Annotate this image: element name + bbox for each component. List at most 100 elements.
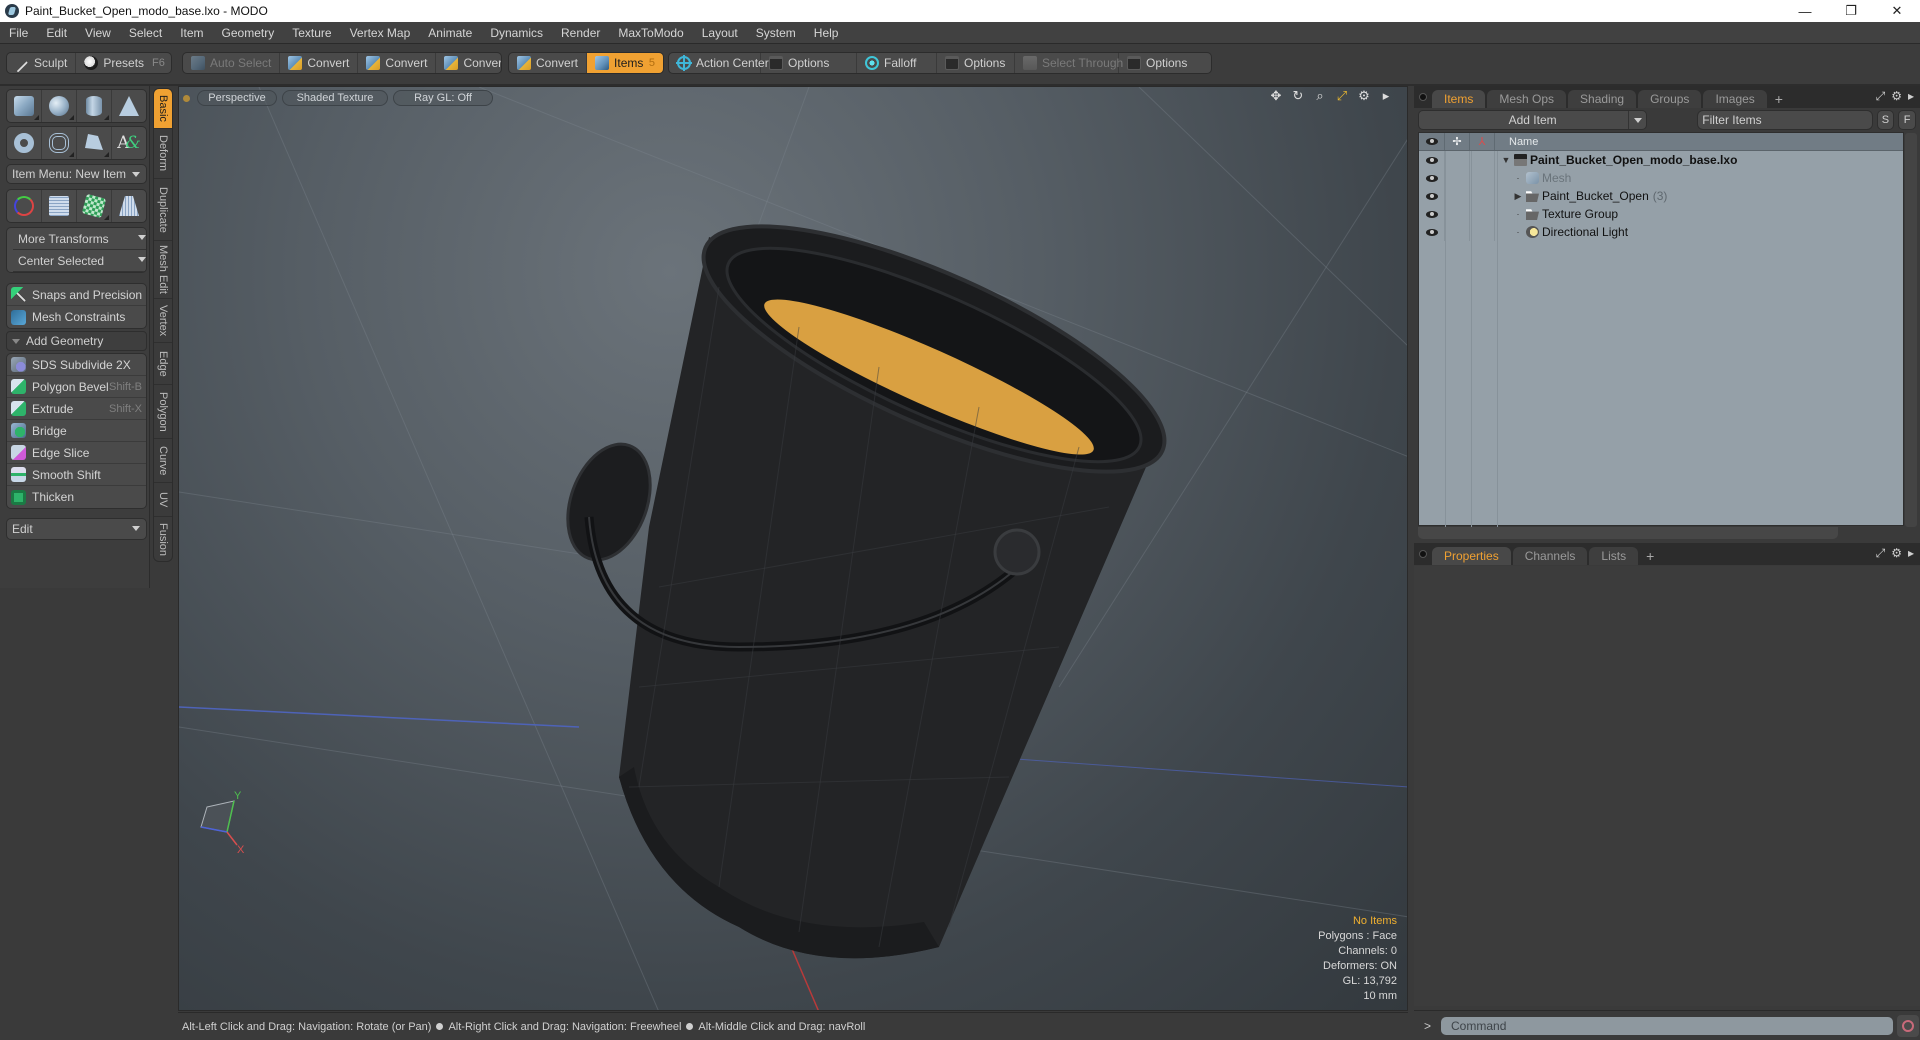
visibility-toggle[interactable] [1419, 223, 1445, 241]
menu-select[interactable]: Select [120, 26, 171, 40]
minimize-button[interactable]: — [1782, 0, 1828, 22]
lock-column-header[interactable]: ✢ [1445, 133, 1470, 150]
tab-basic[interactable]: Basic [154, 89, 172, 129]
edit-dropdown[interactable]: Edit [6, 518, 147, 540]
menu-animate[interactable]: Animate [419, 26, 481, 40]
add-geometry-header[interactable]: Add Geometry [6, 331, 147, 351]
falloff-button[interactable]: Falloff [857, 53, 937, 73]
panel-expand-arrow-icon[interactable]: ▸ [1908, 546, 1914, 561]
item-menu-dropdown[interactable]: Item Menu: New Item [6, 164, 147, 184]
tab-duplicate[interactable]: Duplicate [154, 179, 172, 241]
select-through-button[interactable]: Select Through [1015, 53, 1123, 73]
menu-texture[interactable]: Texture [283, 26, 340, 40]
close-button[interactable]: ✕ [1874, 0, 1920, 22]
tab-uv[interactable]: UV [154, 483, 172, 517]
sds-subdivide-button[interactable]: SDS Subdivide 2X [7, 354, 146, 376]
tree-row-texture-group[interactable]: · Texture Group [1419, 205, 1903, 223]
filter-s-button[interactable]: S [1876, 110, 1895, 130]
panel-settings-gear-icon[interactable]: ⚙ [1891, 546, 1902, 561]
add-tab-button[interactable]: + [1640, 547, 1660, 565]
cylinder-tool[interactable] [77, 90, 112, 122]
tab-properties[interactable]: Properties [1432, 547, 1511, 565]
menu-help[interactable]: Help [805, 26, 848, 40]
tab-images[interactable]: Images [1703, 90, 1767, 108]
collapsed-triangle-icon[interactable]: ▶ [1513, 191, 1523, 202]
visibility-toggle[interactable] [1419, 151, 1445, 169]
menu-render[interactable]: Render [552, 26, 609, 40]
items-mode-button[interactable]: Items 5 [587, 53, 663, 73]
panel-settings-gear-icon[interactable]: ⚙ [1891, 89, 1902, 104]
panel-menu-dot[interactable] [1419, 93, 1427, 101]
view-type-button[interactable]: Perspective [197, 90, 277, 106]
tab-deform[interactable]: Deform [154, 129, 172, 179]
viewport-settings-gear-icon[interactable]: ⚙ [1357, 89, 1371, 103]
uv-checker-tool[interactable] [77, 190, 112, 222]
tab-polygon[interactable]: Polygon [154, 385, 172, 439]
lattice-tool[interactable] [42, 190, 77, 222]
convert-vertices-button[interactable]: Convert [280, 53, 359, 73]
tab-groups[interactable]: Groups [1638, 90, 1702, 108]
viewport-menu-dot[interactable] [183, 94, 190, 102]
maximize-viewport-icon[interactable]: ⤢ [1335, 89, 1349, 103]
tab-mesh-ops[interactable]: Mesh Ops [1487, 90, 1567, 108]
convert-polygons-button[interactable]: Convert [436, 53, 501, 73]
tab-channels[interactable]: Channels [1512, 547, 1588, 565]
expand-arrow-icon[interactable]: ▸ [1379, 89, 1393, 103]
tab-curve[interactable]: Curve [154, 439, 172, 483]
menu-item[interactable]: Item [171, 26, 212, 40]
tree-row-scene[interactable]: ▼ Paint_Bucket_Open_modo_base.lxo [1419, 151, 1903, 169]
menu-vertex-map[interactable]: Vertex Map [341, 26, 420, 40]
tab-mesh-edit[interactable]: Mesh Edit [154, 241, 172, 299]
center-selected-dropdown[interactable]: Center Selected [13, 250, 146, 272]
3d-viewport[interactable]: Y X Perspective Shaded Texture Ray GL: O… [178, 86, 1408, 1011]
maximize-panel-icon[interactable]: ⤢ [1876, 546, 1886, 561]
transform-gizmo-tool[interactable] [7, 190, 42, 222]
raygl-button[interactable]: Ray GL: Off [393, 90, 493, 106]
tree-vertical-scrollbar[interactable] [1905, 133, 1917, 527]
presets-button[interactable]: Presets F6 [76, 53, 171, 73]
tree-row-paint-bucket-group[interactable]: ▶ Paint_Bucket_Open (3) [1419, 187, 1903, 205]
name-column-header[interactable]: Name [1495, 136, 1538, 148]
polygon-bevel-button[interactable]: Polygon Bevel Shift-B [7, 376, 146, 398]
mesh-constraints-button[interactable]: Mesh Constraints [7, 306, 146, 328]
taper-tool[interactable] [112, 190, 146, 222]
more-transforms-dropdown[interactable]: More Transforms [13, 228, 146, 250]
zoom-icon[interactable]: ⌕ [1313, 89, 1327, 103]
falloff-options-button[interactable]: Options [937, 53, 1015, 73]
smooth-shift-button[interactable]: Smooth Shift [7, 464, 146, 486]
sculpt-button[interactable]: Sculpt [7, 53, 77, 73]
tab-shading[interactable]: Shading [1568, 90, 1637, 108]
menu-file[interactable]: File [0, 26, 37, 40]
tree-row-directional-light[interactable]: · Directional Light [1419, 223, 1903, 241]
restore-button[interactable]: ❐ [1828, 0, 1874, 22]
menu-geometry[interactable]: Geometry [213, 26, 284, 40]
menu-layout[interactable]: Layout [693, 26, 747, 40]
tab-items[interactable]: Items [1432, 90, 1486, 108]
convert-edges-button[interactable]: Convert [358, 53, 437, 73]
tab-lists[interactable]: Lists [1589, 547, 1639, 565]
select-through-options-button[interactable]: Options [1119, 53, 1195, 73]
pen-tool[interactable] [77, 127, 112, 159]
cube-tool[interactable] [7, 90, 42, 122]
action-center-button[interactable]: Action Center [669, 53, 769, 73]
visibility-toggle[interactable] [1419, 205, 1445, 223]
shading-mode-button[interactable]: Shaded Texture [282, 90, 388, 106]
menu-edit[interactable]: Edit [37, 26, 76, 40]
edge-slice-button[interactable]: Edge Slice [7, 442, 146, 464]
rotate-icon[interactable]: ↻ [1291, 89, 1305, 103]
torus-tool[interactable] [7, 127, 42, 159]
add-item-button[interactable]: Add Item [1418, 110, 1648, 130]
snaps-precision-button[interactable]: Snaps and Precision [7, 284, 146, 306]
tab-vertex[interactable]: Vertex [154, 299, 172, 343]
tree-horizontal-scrollbar[interactable] [1418, 527, 1838, 539]
add-item-dropdown[interactable] [1628, 111, 1646, 129]
filter-items-input[interactable]: Filter Items [1697, 110, 1873, 130]
sphere-tool[interactable] [42, 90, 77, 122]
axis-column-header[interactable]: ⅄ [1470, 133, 1495, 150]
pan-icon[interactable]: ✥ [1269, 89, 1283, 103]
menu-view[interactable]: View [76, 26, 120, 40]
expanded-triangle-icon[interactable]: ▼ [1501, 155, 1511, 165]
menu-maxtomodo[interactable]: MaxToModo [609, 26, 692, 40]
tab-edge[interactable]: Edge [154, 343, 172, 385]
bridge-button[interactable]: Bridge [7, 420, 146, 442]
